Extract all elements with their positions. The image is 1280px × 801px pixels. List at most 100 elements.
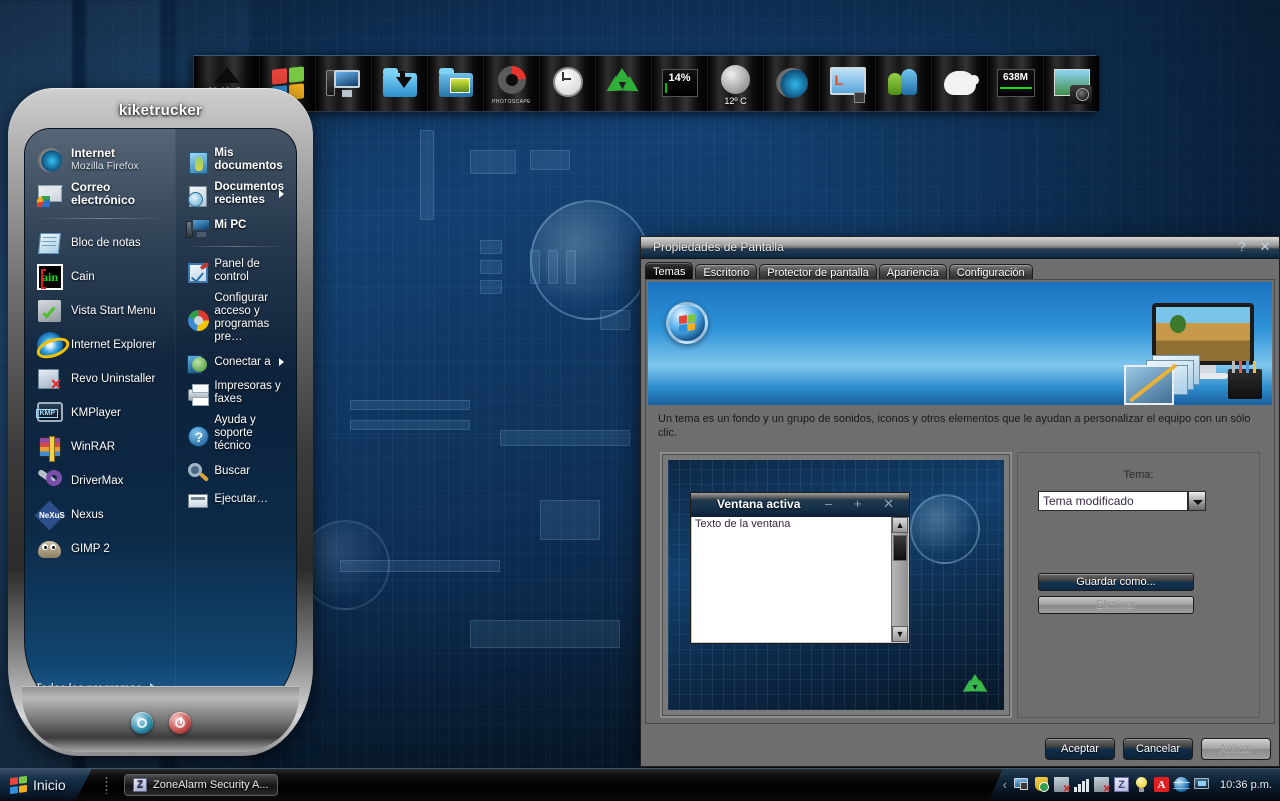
taskbar-item-zonealarm[interactable]: Z ZoneAlarm Security A... — [124, 774, 278, 796]
taskbar[interactable]: Inicio Z ZoneAlarm Security A... ‹ Z A 1… — [0, 768, 1280, 800]
chevron-right-icon — [279, 190, 284, 198]
preview-scrollbar: ▲ ▼ — [891, 517, 908, 642]
sidebar-item-ejecutar[interactable]: Ejecutar… — [182, 485, 288, 513]
dialog-title-bar[interactable]: Propiedades de Pantalla ? ✕ — [641, 237, 1279, 259]
sidebar-item-conectar-a[interactable]: Conectar a — [182, 348, 288, 376]
recycle-icon — [604, 64, 644, 104]
dock-item-litestep[interactable]: L — [820, 56, 876, 111]
theme-preview-wallpaper: Ventana activa – + ✕ Texto de la ventana… — [668, 460, 1004, 710]
display-properties-dialog[interactable]: Propiedades de Pantalla ? ✕ Temas Escrit… — [640, 236, 1280, 767]
kmplayer-icon: KMP — [37, 400, 63, 426]
apply-button[interactable]: Aplicar — [1201, 738, 1271, 760]
security-shield-icon[interactable] — [1034, 777, 1049, 792]
drivermax-icon — [37, 468, 63, 494]
sidebar-item-kmplayer[interactable]: KMP KMPlayer — [33, 396, 169, 430]
signal-bars-icon[interactable] — [1074, 777, 1089, 792]
logoff-icon[interactable] — [131, 712, 153, 734]
chevron-left-icon[interactable]: ‹ — [1003, 777, 1007, 792]
start-menu-right-column: Mis documentos Documentos recientes Mi P… — [175, 129, 296, 709]
dock-item-recycle-bin[interactable] — [596, 56, 652, 111]
sidebar-item-buscar[interactable]: Buscar — [182, 457, 288, 485]
display-settings-icon[interactable] — [1194, 777, 1209, 792]
globe-icon[interactable] — [1174, 777, 1189, 792]
sidebar-item-configurar-acceso[interactable]: Configurar acceso y programas pre… — [182, 288, 288, 348]
zonealarm-icon: Z — [133, 778, 147, 792]
save-as-button[interactable]: Guardar como... — [1038, 573, 1194, 591]
shutdown-icon[interactable] — [169, 712, 191, 734]
close-icon[interactable]: ✕ — [1256, 239, 1274, 255]
start-menu-left-column: Internet Mozilla Firefox Correo electrón… — [25, 129, 175, 709]
monitor-save-icon[interactable] — [1014, 777, 1029, 792]
start-button[interactable]: Inicio — [0, 769, 92, 801]
theme-select[interactable]: Tema modificado — [1038, 491, 1188, 511]
ok-button[interactable]: Aceptar — [1045, 738, 1115, 760]
revo-uninstaller-icon: ✕ — [37, 366, 63, 392]
dock-item-downloads[interactable] — [372, 56, 428, 111]
chevron-right-icon-2 — [279, 358, 284, 366]
sidebar-item-email[interactable]: Correo electrónico — [33, 177, 169, 211]
sidebar-item-revo-uninstaller[interactable]: ✕ Revo Uninstaller — [33, 362, 169, 396]
help-button[interactable]: ? — [1233, 239, 1251, 255]
sidebar-item-winrar[interactable]: WinRAR — [33, 430, 169, 464]
sidebar-item-ayuda-y-soporte[interactable]: ? Ayuda y soporte técnico — [182, 410, 288, 457]
avira-icon[interactable]: A — [1154, 777, 1169, 792]
sidebar-item-vista-start-menu[interactable]: Vista Start Menu — [33, 294, 169, 328]
vista-start-menu-icon — [37, 298, 63, 324]
camera-icon — [1052, 64, 1092, 104]
sidebar-item-mis-documentos[interactable]: Mis documentos — [182, 143, 288, 177]
preview-window-client: Texto de la ventana ▲ ▼ — [692, 517, 908, 642]
sidebar-item-panel-de-control[interactable]: Panel de control — [182, 254, 288, 288]
zonealarm-tray-icon[interactable]: Z — [1114, 777, 1129, 792]
theme-label: Tema: — [1018, 469, 1259, 481]
start-button-label: Inicio — [33, 777, 66, 793]
dock-item-messenger[interactable] — [876, 56, 932, 111]
sidebar-item-internet[interactable]: Internet Mozilla Firefox — [33, 143, 169, 177]
dock-item-my-computer[interactable] — [316, 56, 372, 111]
dock-item-cow[interactable] — [932, 56, 988, 111]
dock-item-clock[interactable] — [540, 56, 596, 111]
windows-orb-icon — [666, 302, 708, 344]
preview-window-buttons: – + ✕ — [825, 496, 903, 512]
dock-item-weather[interactable]: 12º C — [708, 56, 764, 111]
clock-label[interactable]: 10:36 p.m. — [1220, 779, 1272, 791]
computer-icon — [324, 64, 364, 104]
top-dock[interactable]: NeXuS PHOTOSCAPE — [193, 55, 1096, 112]
scroll-down-icon: ▼ — [892, 626, 908, 642]
start-menu-bottom-bar — [22, 686, 299, 752]
dock-item-firefox[interactable] — [764, 56, 820, 111]
chevron-down-icon[interactable] — [1188, 491, 1206, 511]
network-disconnected-2-icon[interactable] — [1094, 777, 1109, 792]
page-title: Propiedades de Pantalla — [653, 240, 784, 254]
sidebar-item-documentos-recientes[interactable]: Documentos recientes — [182, 177, 288, 211]
sidebar-item-notepad[interactable]: Bloc de notas — [33, 226, 169, 260]
drag-handle-icon[interactable] — [105, 776, 108, 794]
network-disconnected-icon[interactable] — [1054, 777, 1069, 792]
sidebar-item-mi-pc[interactable]: Mi PC — [182, 211, 288, 239]
sidebar-item-cain[interactable]: ain Cain — [33, 260, 169, 294]
dock-item-camera[interactable] — [1044, 56, 1100, 111]
winrar-icon — [37, 434, 63, 460]
taskbar-item-label: ZoneAlarm Security A... — [153, 779, 269, 791]
printers-faxes-icon — [186, 383, 206, 403]
photoscape-icon: PHOTOSCAPE — [492, 64, 532, 104]
sidebar-item-impresoras-y-faxes[interactable]: Impresoras y faxes — [182, 376, 288, 410]
delete-button[interactable]: Eliminar — [1038, 596, 1194, 614]
lightbulb-icon[interactable] — [1134, 777, 1149, 792]
sidebar-item-internet-explorer[interactable]: Internet Explorer — [33, 328, 169, 362]
taskbar-task-list: Z ZoneAlarm Security A... — [120, 774, 989, 796]
system-tray[interactable]: ‹ Z A 10:36 p.m. — [989, 769, 1280, 801]
help-support-icon: ? — [186, 424, 206, 444]
preview-window-title: Ventana activa — [717, 497, 800, 511]
sidebar-item-drivermax[interactable]: DriverMax — [33, 464, 169, 498]
dock-item-memory-meter[interactable]: 638M — [988, 56, 1044, 111]
dock-item-cpu-meter[interactable]: 14% — [652, 56, 708, 111]
dialog-tab-bar[interactable]: Temas Escritorio Protector de pantalla A… — [645, 261, 1279, 281]
cancel-button[interactable]: Cancelar — [1123, 738, 1193, 760]
preview-window-text: Texto de la ventana — [695, 518, 790, 530]
dock-item-photoscape[interactable]: PHOTOSCAPE — [484, 56, 540, 111]
quick-launch-grip[interactable] — [92, 769, 120, 801]
dock-item-media-library[interactable] — [428, 56, 484, 111]
sidebar-item-nexus[interactable]: NeXuS Nexus — [33, 498, 169, 532]
start-menu[interactable]: kiketrucker Internet Mozilla Firefox Cor… — [8, 88, 313, 756]
sidebar-item-gimp[interactable]: GIMP 2 — [33, 532, 169, 566]
